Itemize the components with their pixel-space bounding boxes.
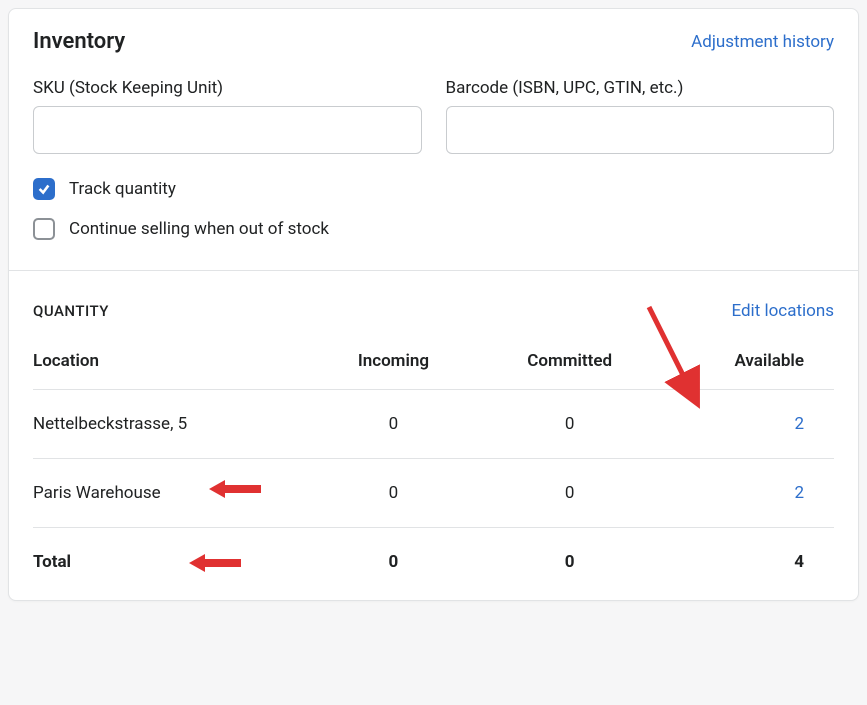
track-quantity-label: Track quantity bbox=[69, 179, 176, 199]
col-committed: Committed bbox=[482, 351, 658, 390]
sku-input[interactable] bbox=[33, 106, 422, 154]
available-value[interactable]: 2 bbox=[794, 483, 804, 503]
check-icon bbox=[37, 182, 51, 196]
available-value[interactable]: 2 bbox=[794, 414, 804, 434]
track-quantity-checkbox[interactable] bbox=[33, 178, 55, 200]
card-title: Inventory bbox=[33, 29, 125, 54]
continue-selling-label: Continue selling when out of stock bbox=[69, 219, 329, 239]
col-available: Available bbox=[658, 351, 834, 390]
continue-selling-checkbox[interactable] bbox=[33, 218, 55, 240]
location-cell: Paris Warehouse bbox=[33, 459, 305, 528]
quantity-section-label: QUANTITY bbox=[33, 302, 109, 320]
adjustment-history-link[interactable]: Adjustment history bbox=[691, 32, 834, 52]
table-row: Nettelbeckstrasse, 5 0 0 2 bbox=[33, 390, 834, 459]
barcode-label: Barcode (ISBN, UPC, GTIN, etc.) bbox=[446, 78, 835, 98]
sku-label: SKU (Stock Keeping Unit) bbox=[33, 78, 422, 98]
col-location: Location bbox=[33, 351, 305, 390]
incoming-cell: 0 bbox=[305, 390, 481, 459]
total-label: Total bbox=[33, 528, 305, 577]
incoming-cell: 0 bbox=[305, 459, 481, 528]
total-committed: 0 bbox=[482, 528, 658, 577]
committed-cell: 0 bbox=[482, 459, 658, 528]
quantity-table: Location Incoming Committed Available Ne… bbox=[33, 351, 834, 576]
total-incoming: 0 bbox=[305, 528, 481, 577]
card-header: Inventory Adjustment history bbox=[33, 29, 834, 54]
edit-locations-link[interactable]: Edit locations bbox=[731, 301, 834, 321]
inventory-card: Inventory Adjustment history SKU (Stock … bbox=[8, 8, 859, 601]
total-available: 4 bbox=[658, 528, 834, 577]
barcode-input[interactable] bbox=[446, 106, 835, 154]
col-incoming: Incoming bbox=[305, 351, 481, 390]
total-row: Total 0 0 4 bbox=[33, 528, 834, 577]
table-row: Paris Warehouse 0 0 2 bbox=[33, 459, 834, 528]
committed-cell: 0 bbox=[482, 390, 658, 459]
location-cell: Nettelbeckstrasse, 5 bbox=[33, 390, 305, 459]
